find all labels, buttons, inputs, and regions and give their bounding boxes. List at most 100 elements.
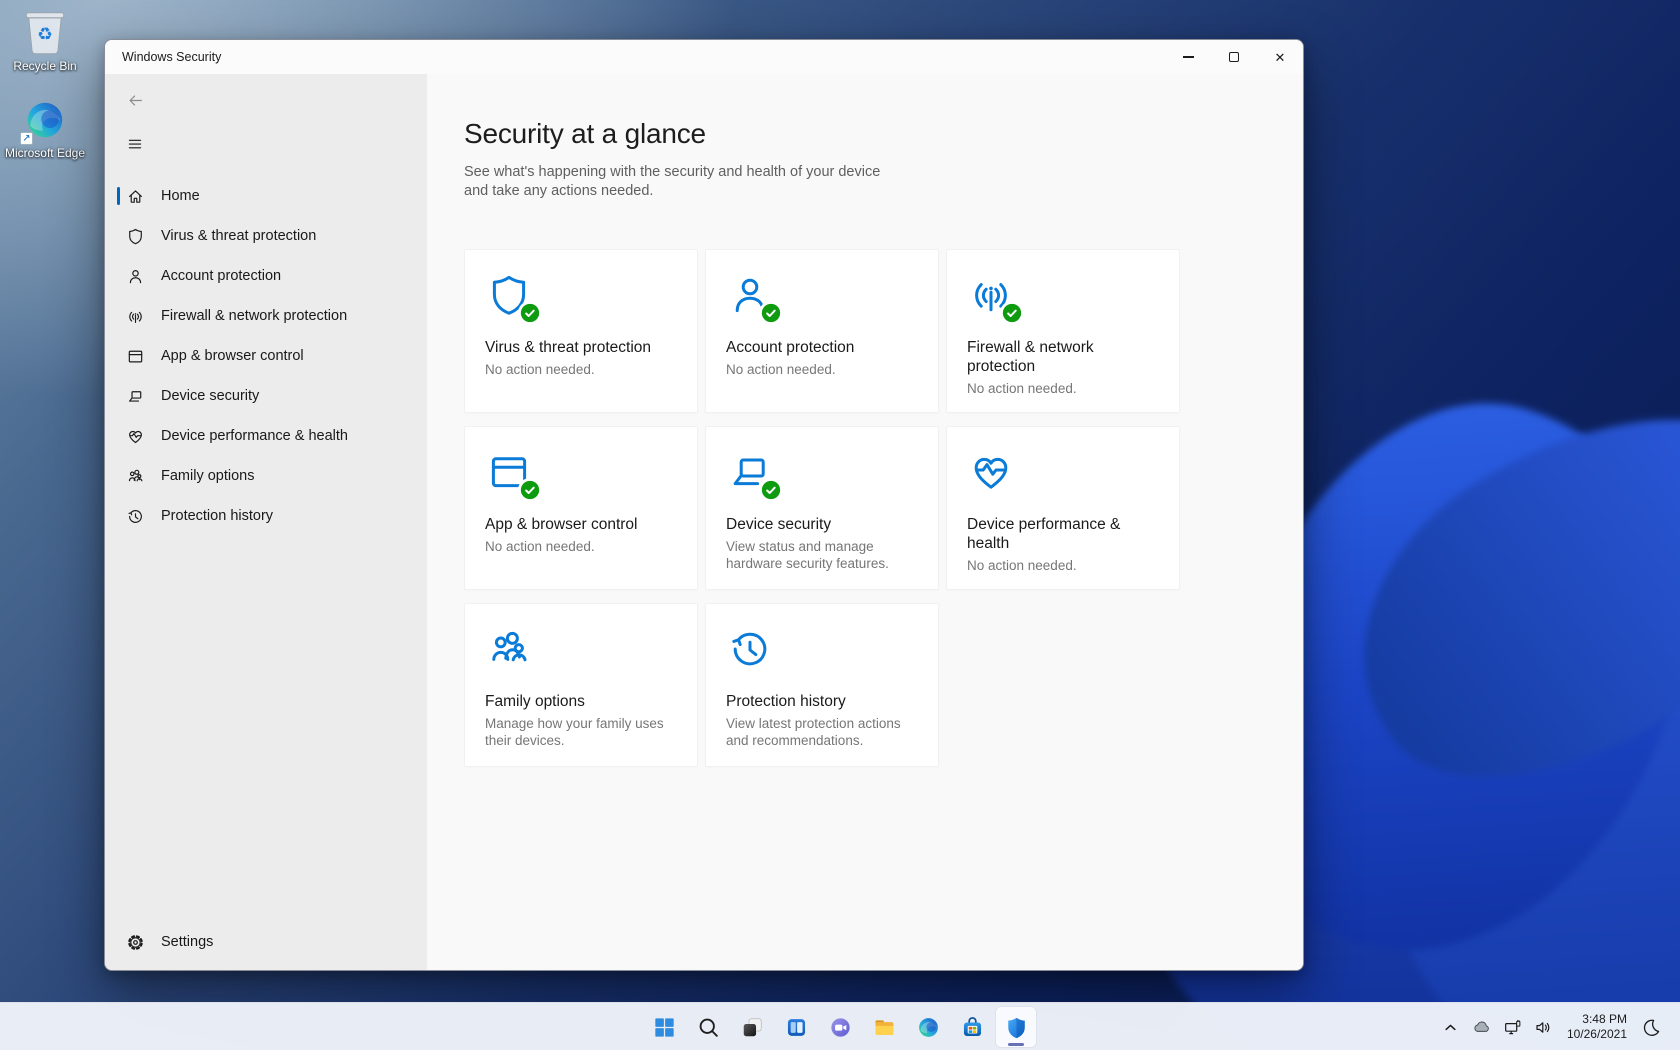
close-button[interactable]: ✕	[1257, 40, 1303, 74]
green-check-icon	[761, 480, 781, 500]
security-cards-grid: Virus & threat protection No action need…	[464, 248, 1303, 767]
card-device-performance-health[interactable]: Device performance & health No action ne…	[946, 425, 1180, 590]
taskbar-widgets-button[interactable]	[776, 1007, 816, 1047]
status-ok-badge	[759, 300, 783, 325]
sidebar-item-protection-history[interactable]: Protection history	[105, 496, 427, 536]
taskbar-app-icon	[784, 1015, 809, 1040]
clock-time: 3:48 PM	[1582, 1012, 1627, 1026]
sidebar-nav: Home Virus & threat protection Account p…	[105, 176, 427, 536]
taskbar-task-view-button[interactable]	[732, 1007, 772, 1047]
maximize-icon	[1229, 52, 1239, 62]
network-icon	[1502, 1017, 1523, 1038]
card-account-protection[interactable]: Account protection No action needed.	[705, 248, 939, 413]
desktop-icons: ♻ Recycle Bin ↗ Microsoft Edge	[2, 6, 88, 184]
nav-item-icon	[126, 227, 145, 246]
card-virus-threat-protection[interactable]: Virus & threat protection No action need…	[464, 248, 698, 413]
card-app-browser-control[interactable]: App & browser control No action needed.	[464, 425, 698, 590]
sidebar-item-family-options[interactable]: Family options	[105, 456, 427, 496]
network-tray-button[interactable]	[1497, 1010, 1528, 1044]
taskbar-start-button[interactable]	[644, 1007, 684, 1047]
windows-security-window: Windows Security ✕ Home Virus & threat p…	[104, 39, 1304, 971]
card-family-options[interactable]: Family options Manage how your family us…	[464, 602, 698, 767]
taskbar-app-icon	[1004, 1015, 1029, 1040]
sidebar-item-home[interactable]: Home	[105, 176, 427, 216]
card-status-text: No action needed.	[485, 538, 595, 554]
card-protection-history[interactable]: Protection history View latest protectio…	[705, 602, 939, 767]
main-content: Security at a glance See what's happenin…	[427, 74, 1303, 970]
clock[interactable]: 3:48 PM 10/26/2021	[1567, 1012, 1627, 1042]
green-check-icon	[1002, 303, 1022, 323]
card-title: App & browser control	[485, 515, 638, 533]
nav-item-label: Settings	[161, 934, 214, 950]
card-status-text: No action needed.	[726, 361, 836, 377]
taskbar: 3:48 PM 10/26/2021	[0, 1002, 1680, 1050]
volume-tray-button[interactable]	[1528, 1010, 1559, 1044]
menu-button[interactable]	[116, 128, 154, 160]
desktop-icon-recycle-bin[interactable]: ♻ Recycle Bin	[2, 6, 88, 73]
nav-item-icon	[126, 507, 145, 526]
taskbar-app-icon	[652, 1015, 677, 1040]
recycle-bin-icon: ♻	[25, 12, 65, 55]
taskbar-app-icon	[828, 1015, 853, 1040]
sidebar-item-app-browser-control[interactable]: App & browser control	[105, 336, 427, 376]
taskbar-app-icon	[696, 1015, 721, 1040]
selected-indicator	[117, 187, 120, 205]
sidebar-item-account-protection[interactable]: Account protection	[105, 256, 427, 296]
minimize-icon	[1182, 56, 1194, 58]
title-bar: Windows Security ✕	[105, 40, 1303, 74]
taskbar-edge-button[interactable]	[908, 1007, 948, 1047]
taskbar-file-explorer-button[interactable]	[864, 1007, 904, 1047]
system-tray: 3:48 PM 10/26/2021	[1435, 1003, 1680, 1050]
cloud-icon	[1471, 1017, 1492, 1038]
card-title: Protection history	[726, 692, 846, 710]
card-status-text: Manage how your family uses their device…	[485, 715, 664, 748]
nav-item-icon	[126, 427, 145, 446]
nav-item-icon	[126, 187, 145, 206]
clock-date: 10/26/2021	[1566, 1027, 1627, 1041]
nav-item-icon	[126, 467, 145, 486]
moon-icon	[1641, 1017, 1662, 1038]
taskbar-windows-security-button[interactable]	[996, 1007, 1036, 1047]
desktop-icon-microsoft-edge[interactable]: ↗ Microsoft Edge	[2, 97, 88, 160]
nav-item-label: Firewall & network protection	[161, 308, 348, 324]
sidebar-item-device-security[interactable]: Device security	[105, 376, 427, 416]
taskbar-chat-button[interactable]	[820, 1007, 860, 1047]
back-button[interactable]	[116, 84, 154, 116]
sidebar: Home Virus & threat protection Account p…	[105, 74, 427, 970]
nav-item-icon	[126, 387, 145, 406]
card-title: Device security	[726, 515, 832, 533]
sidebar-item-settings[interactable]: Settings	[105, 922, 427, 962]
nav-item-label: Home	[161, 188, 200, 204]
window-title: Windows Security	[122, 50, 222, 64]
taskbar-buttons	[644, 1003, 1036, 1050]
card-title: Firewall & network protection	[967, 338, 1094, 375]
card-device-security[interactable]: Device security View status and manage h…	[705, 425, 939, 590]
sidebar-item-firewall-network-protection[interactable]: Firewall & network protection	[105, 296, 427, 336]
green-check-icon	[520, 303, 540, 323]
close-icon: ✕	[1274, 49, 1286, 65]
taskbar-app-icon	[960, 1015, 985, 1040]
sidebar-item-device-performance-health[interactable]: Device performance & health	[105, 416, 427, 456]
card-status-text: No action needed.	[967, 380, 1077, 396]
taskbar-store-button[interactable]	[952, 1007, 992, 1047]
page-title: Security at a glance	[464, 118, 706, 149]
minimize-button[interactable]	[1165, 40, 1211, 74]
status-ok-badge	[1000, 300, 1024, 325]
nav-item-icon	[126, 347, 145, 366]
status-ok-badge	[518, 300, 542, 325]
onedrive-tray-button[interactable]	[1466, 1010, 1497, 1044]
card-title: Virus & threat protection	[485, 338, 651, 356]
card-icon	[726, 625, 774, 673]
nav-item-icon	[126, 267, 145, 286]
card-firewall-network-protection[interactable]: Firewall & network protection No action …	[946, 248, 1180, 413]
status-ok-badge	[518, 477, 542, 502]
focus-assist-button[interactable]	[1636, 1010, 1667, 1044]
maximize-button[interactable]	[1211, 40, 1257, 74]
green-check-icon	[520, 480, 540, 500]
speaker-icon	[1533, 1017, 1554, 1038]
taskbar-search-button[interactable]	[688, 1007, 728, 1047]
tray-overflow-button[interactable]	[1435, 1010, 1466, 1044]
sidebar-item-virus-threat-protection[interactable]: Virus & threat protection	[105, 216, 427, 256]
nav-item-label: Device performance & health	[161, 428, 348, 444]
hamburger-icon	[126, 135, 144, 153]
